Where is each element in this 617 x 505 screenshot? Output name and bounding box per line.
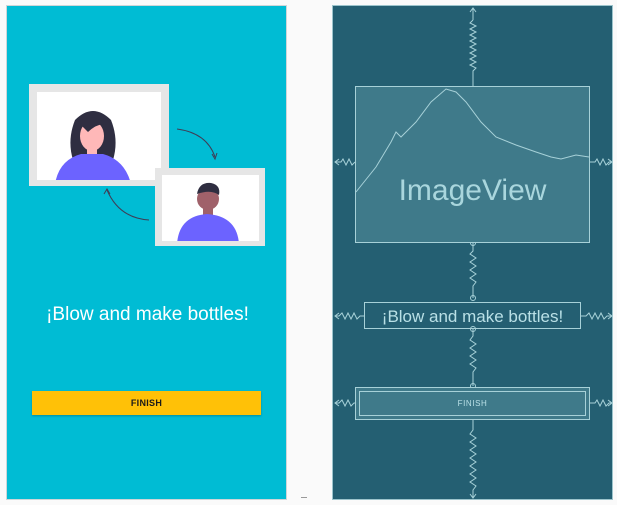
- finish-button[interactable]: FINISH: [32, 391, 261, 415]
- illustration-image: [29, 84, 269, 246]
- video-call-illustration: [29, 84, 265, 246]
- constraint-lines: [334, 7, 613, 499]
- finish-button-label-blueprint: FINISH: [359, 391, 586, 416]
- blueprint-panel: ImageView ¡Blow and make bottles! FINISH: [332, 5, 613, 500]
- arrow-left-icon: [106, 189, 150, 221]
- mountain-placeholder-icon: [356, 88, 589, 193]
- title-text: ¡Blow and make bottles!: [46, 304, 249, 325]
- finish-button-blueprint[interactable]: FINISH: [355, 387, 590, 420]
- resize-handle[interactable]: [301, 497, 307, 501]
- design-preview-panel: ¡Blow and make bottles! FINISH: [6, 5, 287, 500]
- arrow-right-icon: [176, 128, 216, 158]
- textview-blueprint[interactable]: ¡Blow and make bottles!: [364, 302, 581, 329]
- imageview-label: ImageView: [398, 174, 547, 207]
- imageview-blueprint[interactable]: ImageView: [355, 86, 590, 243]
- title-text-blueprint: ¡Blow and make bottles!: [381, 307, 564, 326]
